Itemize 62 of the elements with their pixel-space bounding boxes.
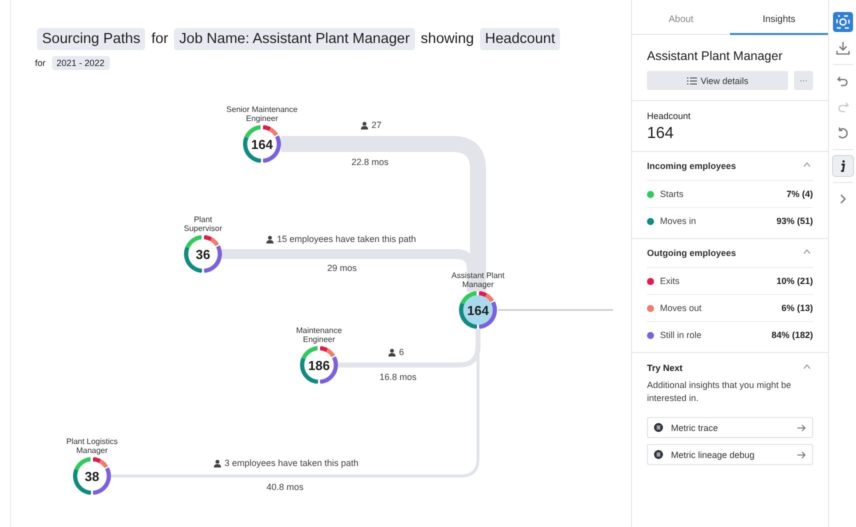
row-label: Starts	[660, 189, 685, 199]
arrow-right-icon	[797, 450, 806, 458]
node-label: Maintenance Engineer	[295, 326, 343, 344]
view-details-button[interactable]: View details	[647, 71, 788, 90]
metric-value: 164	[647, 125, 675, 143]
node-label: Plant Logistics Manager	[65, 437, 119, 455]
info-icon[interactable]	[832, 156, 852, 176]
insight-link[interactable]: Metric trace	[647, 417, 813, 438]
row-value: 6% (13)	[781, 303, 813, 313]
focus-icon[interactable]	[832, 12, 852, 32]
filter-chip[interactable]: Sourcing Paths	[37, 28, 146, 50]
panel-tab[interactable]: About	[632, 0, 730, 35]
section-title: Try Next	[647, 363, 683, 373]
connector-word: for	[35, 58, 46, 68]
node-label: Plant Supervisor	[182, 215, 224, 233]
connector-word: showing	[420, 31, 474, 47]
section-description: Additional insights that you might be interested in.	[647, 379, 792, 405]
panel-title: Assistant Plant Manager	[646, 48, 784, 65]
arrow-right-icon	[797, 424, 806, 432]
path-count: 15 employees have taken this path	[276, 234, 416, 244]
section-title: Incoming employees	[647, 161, 736, 171]
more-button[interactable]: ···	[794, 71, 813, 90]
path-count: 27	[372, 120, 382, 130]
job-node[interactable]: 164	[243, 125, 281, 163]
job-node[interactable]: 36	[184, 235, 222, 273]
connector-word: for	[151, 31, 168, 47]
insight-link[interactable]: Metric lineage debug	[647, 444, 813, 465]
filter-chip[interactable]: Headcount	[480, 28, 560, 50]
metric-icon	[654, 423, 663, 432]
job-node[interactable]: 38	[73, 457, 111, 495]
row-label: Moves in	[660, 216, 698, 226]
row-label: Exits	[660, 276, 681, 286]
row-label: Still in role	[660, 330, 703, 340]
filter-chip[interactable]: 2021 - 2022	[52, 56, 110, 70]
chevron-up-icon[interactable]	[803, 162, 811, 167]
person-icon	[360, 120, 368, 130]
path-count: 3 employees have taken this path	[224, 458, 359, 468]
row-value: 10% (21)	[776, 276, 813, 286]
list-icon	[686, 76, 697, 84]
path-duration: 16.8 mos	[379, 372, 417, 382]
panel-tab[interactable]: Insights	[730, 0, 828, 35]
path-duration: 40.8 mos	[266, 482, 304, 492]
path-count: 6	[399, 347, 404, 357]
chevron-up-icon[interactable]	[803, 364, 811, 369]
row-value: 93% (51)	[776, 216, 813, 226]
path-duration: 22.8 mos	[351, 157, 389, 167]
chevron-up-icon[interactable]	[803, 249, 811, 254]
row-value: 84% (182)	[771, 330, 813, 340]
metric-label: Headcount	[647, 111, 692, 121]
node-label: Assistant Plant Manager	[450, 271, 506, 289]
path-duration: 29 mos	[327, 263, 357, 273]
job-node[interactable]: 186	[300, 346, 338, 384]
row-label: Moves out	[660, 303, 703, 313]
section-title: Outgoing employees	[647, 248, 736, 258]
person-icon	[388, 348, 396, 356]
metric-icon	[654, 450, 663, 459]
person-icon	[266, 234, 274, 244]
job-node[interactable]: 164	[459, 291, 497, 329]
filter-chip[interactable]: Job Name: Assistant Plant Manager	[174, 28, 415, 50]
row-value: 7% (4)	[786, 189, 813, 199]
node-label: Senior Maintenance Engineer	[225, 105, 299, 123]
person-icon	[213, 458, 222, 468]
